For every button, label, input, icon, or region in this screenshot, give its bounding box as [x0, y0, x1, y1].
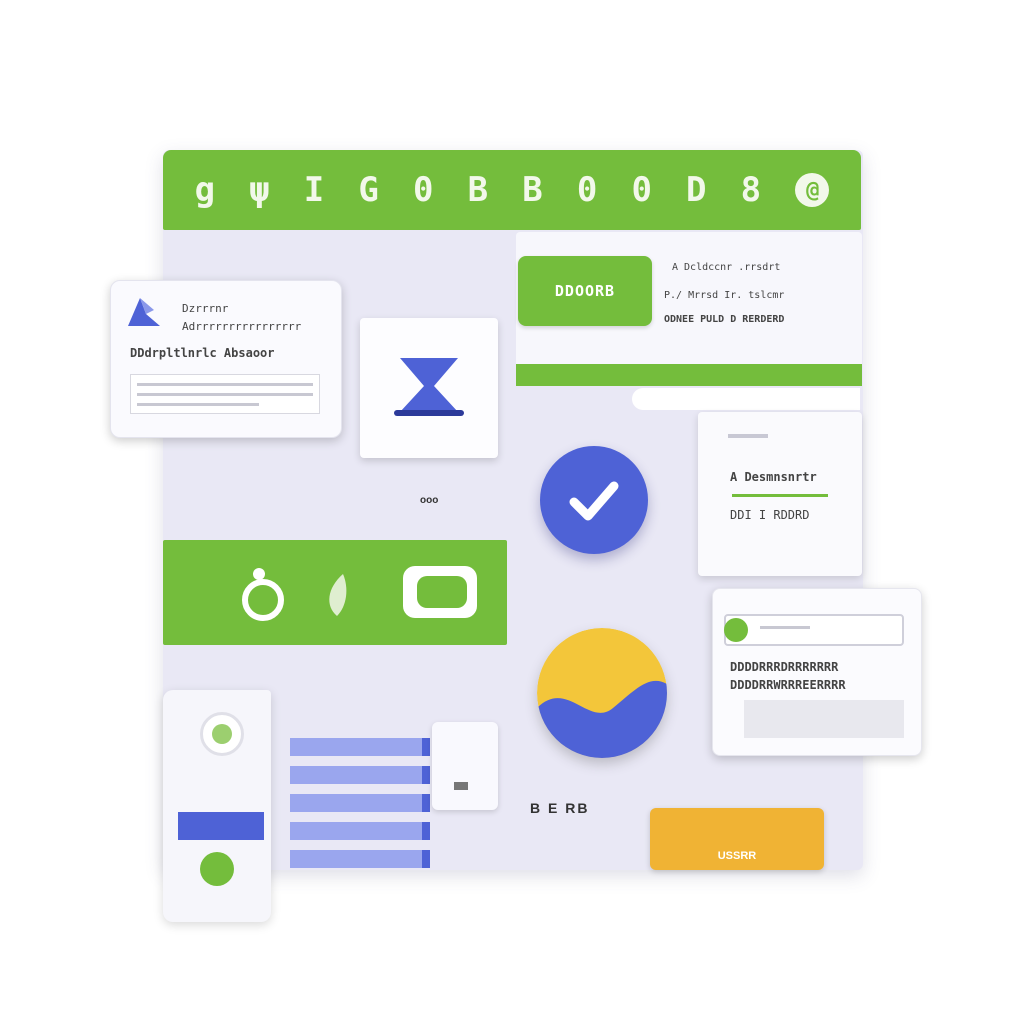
list-item[interactable] [290, 850, 430, 868]
info-line: ODNEE PULD D RERDERD [664, 314, 785, 325]
bottom-label: B E RB [530, 800, 590, 816]
toolbar-glyph[interactable]: 0 [577, 170, 598, 210]
list-handle[interactable] [432, 722, 498, 810]
list-item[interactable] [290, 766, 430, 784]
toolbar-glyph[interactable]: I [304, 170, 325, 210]
device-blue-band [178, 812, 264, 840]
orange-action-button[interactable]: USSRR [650, 808, 824, 870]
toolbar-glyph[interactable]: 0 [413, 170, 434, 210]
toolbar-glyph[interactable]: g [195, 170, 216, 210]
detail-value: DDI I RDDRD [730, 508, 810, 522]
toolbar-glyph[interactable]: 0 [631, 170, 652, 210]
tile-caption: ooo [420, 495, 439, 506]
primary-green-button[interactable]: DDOORB [518, 256, 652, 326]
green-divider-strip [516, 364, 862, 386]
toolbar-glyph[interactable]: D [686, 170, 707, 210]
swoosh-icon[interactable] [537, 628, 667, 758]
card-heading: DDdrpltlnrlc Absaoor [130, 346, 275, 360]
list-item[interactable] [290, 794, 430, 812]
detail-title: A Desmnsnrtr [730, 470, 817, 484]
leaf-icon[interactable] [323, 572, 353, 618]
device-green-dot-icon [200, 852, 234, 886]
top-icon-bar: g ψ I G 0 B B 0 0 D 8 @ [163, 150, 861, 230]
check-icon [569, 481, 619, 521]
info-line: A Dcldccnr .rrsdrt [672, 262, 781, 273]
card-text-field[interactable] [130, 374, 320, 414]
knob-icon[interactable] [200, 712, 244, 756]
list-item[interactable] [290, 822, 430, 840]
toolbar-badge-icon[interactable]: @ [795, 173, 830, 207]
ring-icon[interactable] [239, 564, 287, 624]
detail-card[interactable]: A Desmnsnrtr DDI I RDDRD [698, 412, 862, 576]
green-action-strip [163, 540, 507, 645]
hourglass-tile[interactable] [360, 318, 498, 458]
toolbar-glyph[interactable]: ψ [249, 170, 270, 210]
form-text-area[interactable] [744, 700, 904, 738]
toolbar-glyph[interactable]: G [358, 170, 379, 210]
white-tab-bar [632, 388, 860, 410]
toolbar-glyph[interactable]: B [522, 170, 543, 210]
card-title: Dzrrrnr [182, 302, 229, 315]
info-line: P./ Mrrsd Ir. tslcmr [664, 290, 785, 301]
confirm-check-button[interactable] [540, 446, 648, 554]
card-subtitle: Adrrrrrrrrrrrrrrrr [182, 320, 302, 333]
toolbar-glyph[interactable]: 8 [741, 170, 762, 210]
toolbar-glyph[interactable]: B [468, 170, 489, 210]
status-dot-icon [724, 618, 748, 642]
logo-icon [128, 298, 160, 326]
form-line: DDDDRRRDRRRRRRR [730, 660, 839, 674]
form-input[interactable] [724, 614, 904, 646]
list-item[interactable] [290, 738, 430, 756]
chat-bubble-icon[interactable] [401, 564, 479, 624]
hourglass-icon [394, 358, 464, 416]
form-line: DDDDRRWRRREERRRR [730, 678, 846, 692]
